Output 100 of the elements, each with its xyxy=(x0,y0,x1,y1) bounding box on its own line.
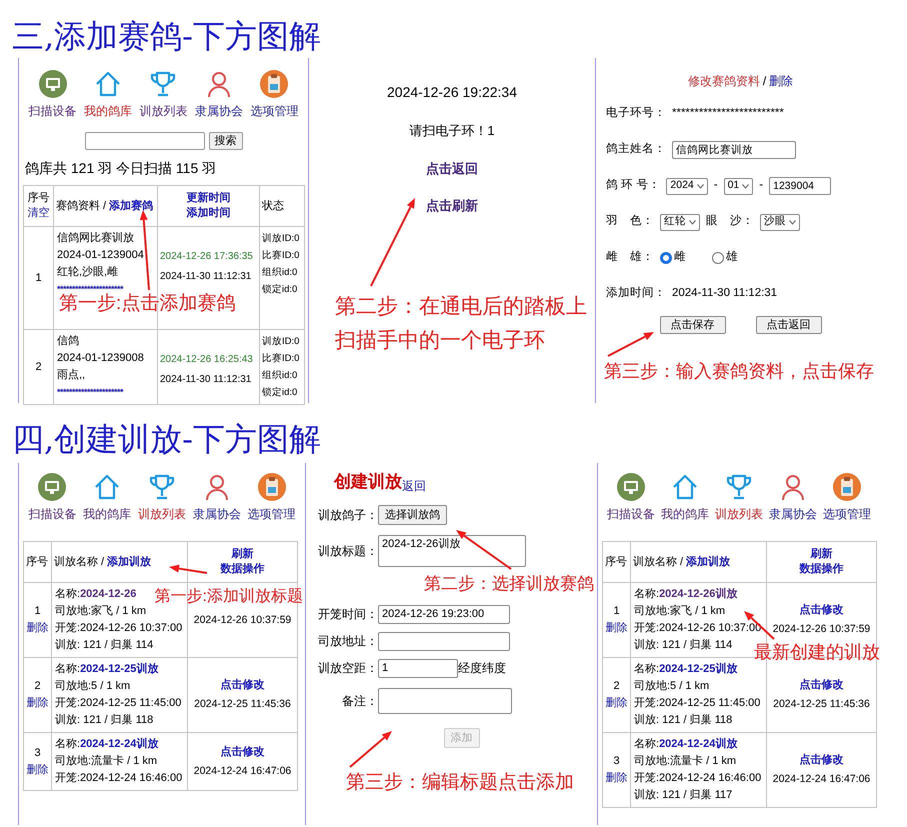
delete-link[interactable]: 删除 xyxy=(606,697,628,709)
nav-link[interactable]: 隶属协会 xyxy=(769,473,817,523)
header-link[interactable]: 更新时间 xyxy=(186,191,230,206)
chevron-icon xyxy=(689,220,696,224)
field-label: 电子环号： xyxy=(606,106,666,122)
row-number: 2 xyxy=(33,679,42,694)
delete-link[interactable]: 删除 xyxy=(606,622,628,634)
training-detail: 开笼:2024-12-26 10:37:00 xyxy=(55,621,184,636)
text-area[interactable] xyxy=(378,688,512,714)
edit-link[interactable]: 点击修改 xyxy=(769,601,874,620)
text-link[interactable]: 点击返回 xyxy=(426,158,478,178)
name-label: 名称: xyxy=(55,737,80,752)
arrow xyxy=(169,564,208,574)
trophy-icon xyxy=(149,70,178,98)
nav-link[interactable]: 选项管理 xyxy=(823,473,871,523)
training-name-link[interactable]: 2024-12-25训放 xyxy=(80,661,158,678)
header-link[interactable]: 清空 xyxy=(28,206,50,221)
search-field[interactable] xyxy=(84,132,204,150)
training-name-link[interactable]: 2024-12-24训放 xyxy=(80,736,158,753)
input-field[interactable]: 2024-12-26 19:23:00 xyxy=(378,604,510,624)
clipboard-icon xyxy=(833,473,861,501)
header-link[interactable]: 数据操作 xyxy=(220,562,264,577)
edit-link[interactable]: 点击修改 xyxy=(190,742,295,762)
annotation-text: 第二步：在通电后的踏板上 xyxy=(335,294,587,320)
text-area[interactable]: 2024-12-26训放 xyxy=(378,534,526,566)
field-text: 2024-11-30 11:12:31 xyxy=(672,286,778,302)
nav-link[interactable]: 选项管理 xyxy=(248,473,296,523)
pigeon-traits: 雨点,, xyxy=(57,368,86,383)
field-label: 司放地址： xyxy=(317,633,378,650)
nav-link[interactable]: 训放列表 xyxy=(138,473,186,523)
nav-link[interactable]: 我的鸽库 xyxy=(661,473,709,523)
training-detail: 开笼:2024-12-24 16:46:00 xyxy=(634,771,762,786)
search-button[interactable]: 搜索 xyxy=(208,132,242,150)
input-field[interactable]: 1239004 xyxy=(769,177,832,195)
header-link[interactable]: 添加时间 xyxy=(186,206,230,221)
nav-link[interactable]: 训放列表 xyxy=(715,473,763,523)
nav-link[interactable]: 训放列表 xyxy=(139,70,188,120)
field-label: 训放标题： xyxy=(317,542,378,560)
updated-time: 2024-12-26 16:25:43 xyxy=(160,353,254,367)
name-label: 名称: xyxy=(55,587,80,602)
edit-link[interactable]: 点击修改 xyxy=(769,751,874,770)
training-detail: 训放: 121 / 归巢 118 xyxy=(55,713,154,728)
form-button[interactable]: 点击保存 xyxy=(660,316,726,334)
training-name-link[interactable]: 2024-12-25训放 xyxy=(659,661,738,678)
training-name-link[interactable]: 2024-12-26 xyxy=(80,586,136,603)
delete-link[interactable]: 删除 xyxy=(606,772,628,784)
edit-link[interactable]: 点击修改 xyxy=(769,676,874,695)
column-header: 训放名称 / xyxy=(54,554,106,570)
updated-time: 2024-12-26 17:36:35 xyxy=(160,250,254,264)
training-detail: 开笼:2024-12-24 16:46:00 xyxy=(55,771,184,786)
select-field[interactable]: 2024 xyxy=(666,178,708,194)
status-text: 组织id:0 xyxy=(262,369,298,383)
form-button[interactable]: 点击返回 xyxy=(756,316,822,334)
field-text: 眼 沙： xyxy=(706,214,754,230)
annotation-text: 第一步:添加训放标题 xyxy=(154,586,303,607)
nav-link[interactable]: 我的鸽库 xyxy=(83,473,132,523)
training-name-link[interactable]: 2024-12-26训放 xyxy=(659,586,738,603)
header-link[interactable]: 添加训放 xyxy=(107,554,152,570)
select-field[interactable]: 01 xyxy=(724,178,754,194)
field-text: - xyxy=(759,178,764,194)
header-link[interactable]: 添加赛鸽 xyxy=(109,198,154,214)
training-detail: 训放: 121 / 归巢 118 xyxy=(634,713,734,728)
training-detail: 训放: 121 / 归巢 117 xyxy=(634,788,734,803)
select-field[interactable]: 沙眼 xyxy=(760,214,800,230)
select-pigeon-button[interactable]: 选择训放鸽 xyxy=(378,504,447,524)
edit-link[interactable]: 点击修改 xyxy=(190,676,295,695)
back-link[interactable]: 返回 xyxy=(402,476,426,494)
nav-link[interactable]: 隶属协会 xyxy=(192,473,241,523)
select-field[interactable]: 红轮 xyxy=(660,214,700,230)
radio-button[interactable] xyxy=(712,252,724,264)
header-link[interactable]: 刷新 xyxy=(810,547,832,562)
clipboard-icon xyxy=(258,473,286,501)
nav-link[interactable]: 我的鸽库 xyxy=(84,70,132,120)
status-text: 比赛ID:0 xyxy=(262,352,300,366)
delete-link[interactable]: 删除 xyxy=(26,697,48,709)
field-label: 鸽主姓名： xyxy=(606,141,666,158)
delete-link[interactable]: 删除 xyxy=(26,622,48,634)
text-link[interactable]: 点击刷新 xyxy=(426,196,478,216)
status-text: 锁定id:0 xyxy=(262,386,298,400)
radio-button[interactable] xyxy=(660,252,672,264)
delete-link[interactable]: 删除 xyxy=(769,72,794,90)
input-field[interactable] xyxy=(378,632,510,650)
input-field[interactable]: 信鸽网比赛训放 xyxy=(672,141,796,159)
nav-link[interactable]: 扫描设备 xyxy=(28,473,76,523)
input-field[interactable]: 1 xyxy=(378,658,458,678)
nav-link[interactable]: 选项管理 xyxy=(250,70,298,120)
nav-link[interactable]: 扫描设备 xyxy=(607,473,655,523)
header-link[interactable]: 数据操作 xyxy=(800,562,844,577)
edit-link[interactable]: 修改赛鸽资料 xyxy=(688,72,760,90)
training-detail: 开笼:2024-12-26 10:37:00 xyxy=(634,621,762,636)
nav-link[interactable]: 扫描设备 xyxy=(28,70,77,120)
nav-link[interactable]: 隶属协会 xyxy=(194,70,243,120)
table-cell: 1 xyxy=(24,226,54,330)
training-name-link[interactable]: 2024-12-24训放 xyxy=(659,736,738,753)
header-link[interactable]: 添加训放 xyxy=(686,554,730,570)
annotation-text: 第三步：编辑标题点击添加 xyxy=(346,771,574,795)
row-number: 1 xyxy=(612,604,621,619)
delete-link[interactable]: 删除 xyxy=(26,764,48,776)
added-time: 2024-11-30 11:12:31 xyxy=(160,270,252,284)
header-link[interactable]: 刷新 xyxy=(232,547,254,562)
